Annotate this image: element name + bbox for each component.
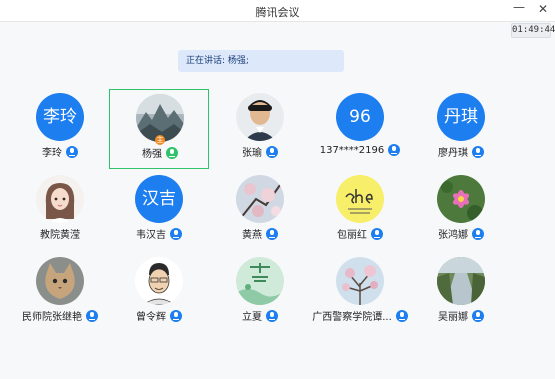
participant-name: 黄燕 [242, 230, 262, 241]
host-badge: 主 [155, 135, 165, 145]
flower-photo-icon [437, 175, 485, 223]
participant-tile[interactable]: 广西警察学院谭... [310, 253, 410, 333]
mic-icon[interactable] [388, 144, 401, 156]
mic-speaking-icon[interactable] [166, 146, 178, 159]
mic-icon[interactable] [472, 309, 484, 322]
participant-name: 李玲 [42, 148, 62, 159]
participant-tile[interactable]: 张瑜 [210, 89, 310, 169]
participant-name: 民师院张继艳 [22, 312, 82, 323]
participant-name: 张瑜 [242, 148, 262, 159]
tree-photo-icon [336, 257, 384, 305]
avatar [437, 175, 485, 223]
participant-tile[interactable]: 汉吉 韦汉吉 [109, 171, 209, 251]
participant-name: 吴丽娜 [438, 312, 468, 323]
summer-art-icon [236, 257, 284, 305]
avatar [236, 175, 284, 223]
mic-icon[interactable] [266, 145, 278, 158]
mic-icon[interactable] [66, 145, 78, 158]
portrait-photo-icon [236, 93, 284, 141]
participant-name: 包丽红 [337, 230, 367, 241]
avatar: 96 [336, 93, 384, 141]
cartoon-man-icon [135, 257, 183, 305]
avatar [236, 257, 284, 305]
cat-photo-icon [36, 257, 84, 305]
avatar [236, 93, 284, 141]
participant-name: 广西警察学院谭... [312, 312, 392, 323]
girl-illustration-icon [36, 175, 84, 223]
participant-name: 立夏 [242, 312, 262, 323]
participant-tile[interactable]: 张鸿娜 [411, 171, 511, 251]
blossom-photo-icon [236, 175, 284, 223]
participant-name: 教院黄滢 [40, 230, 80, 241]
close-button[interactable]: ✕ [535, 1, 551, 17]
avatar: 汉吉 [135, 175, 183, 223]
participant-tile[interactable]: 李玲 李玲 [10, 89, 110, 169]
she-text-art-icon [336, 175, 384, 223]
mic-icon[interactable] [395, 309, 408, 322]
avatar: 李玲 [36, 93, 84, 141]
meeting-timer: 01:49:44 [511, 23, 555, 38]
participant-tile[interactable]: 立夏 [210, 253, 310, 333]
avatar [36, 175, 84, 223]
participant-tile[interactable]: 黄燕 [210, 171, 310, 251]
participant-name: 廖丹琪 [438, 148, 468, 159]
avatar [135, 257, 183, 305]
participant-name: 杨强 [142, 149, 162, 160]
window-title: 腾讯会议 [255, 6, 300, 19]
participant-tile[interactable]: 96 137****2196 [310, 89, 410, 169]
participant-tile-active[interactable]: 主 杨强 [109, 89, 209, 169]
mic-icon[interactable] [266, 309, 278, 322]
avatar [336, 175, 384, 223]
participant-tile[interactable]: 民师院张继艳 [10, 253, 110, 333]
mic-icon[interactable] [266, 227, 278, 240]
avatar [336, 257, 384, 305]
speaking-banner: 正在讲话: 杨强; [178, 50, 344, 72]
mic-icon[interactable] [170, 227, 182, 240]
participant-name: 张鸿娜 [438, 230, 468, 241]
participant-name: 137****2196 [319, 144, 385, 156]
avatar [36, 257, 84, 305]
mic-icon[interactable] [170, 309, 182, 322]
participant-name: 韦汉吉 [136, 230, 166, 241]
mic-icon[interactable] [472, 227, 484, 240]
mic-icon[interactable] [86, 309, 98, 322]
minimize-button[interactable]: — [512, 1, 526, 16]
mic-icon[interactable] [371, 227, 383, 240]
river-photo-icon [437, 257, 485, 305]
avatar [437, 257, 485, 305]
participant-tile[interactable]: 包丽红 [310, 171, 410, 251]
participant-name: 曾令辉 [136, 312, 166, 323]
participant-tile[interactable]: 教院黄滢 [10, 171, 110, 251]
participant-tile[interactable]: 丹琪 廖丹琪 [411, 89, 511, 169]
participant-tile[interactable]: 曾令辉 [109, 253, 209, 333]
avatar: 丹琪 [437, 93, 485, 141]
mic-icon[interactable] [472, 145, 484, 158]
participant-tile[interactable]: 吴丽娜 [411, 253, 511, 333]
title-bar: 腾讯会议 — ✕ [0, 0, 555, 22]
